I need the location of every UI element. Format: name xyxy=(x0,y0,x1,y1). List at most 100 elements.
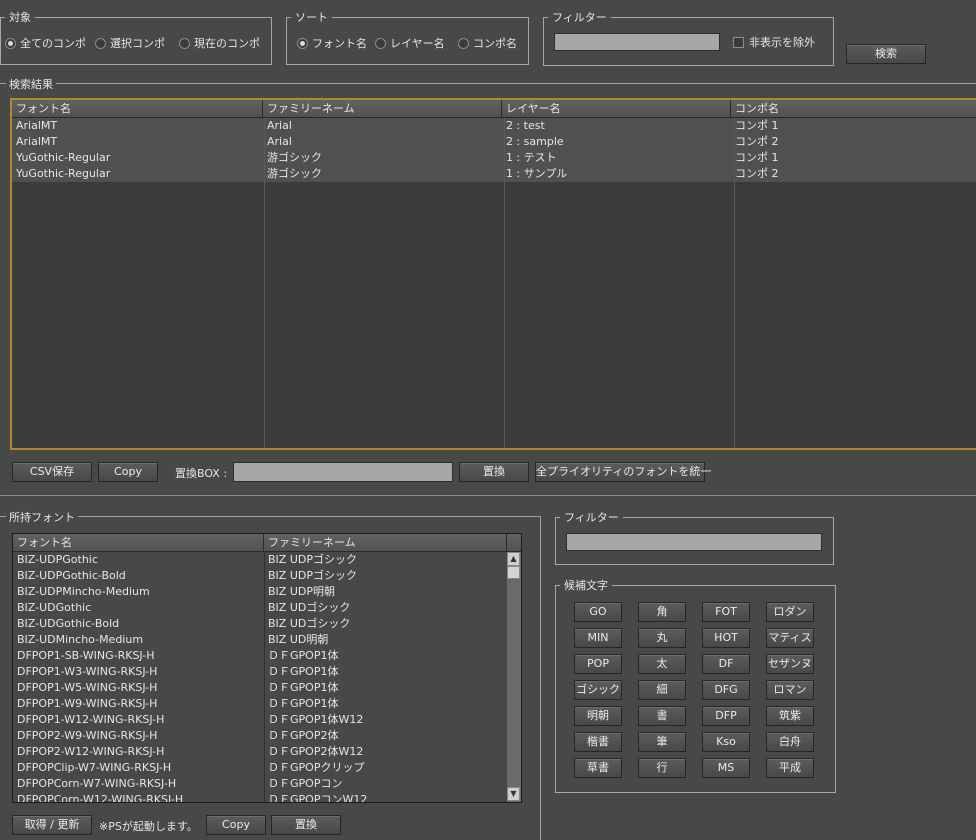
table-cell: Arial xyxy=(266,135,292,148)
candidate-button[interactable]: 丸 xyxy=(638,628,686,648)
replace-box-input[interactable] xyxy=(233,462,453,482)
list-item[interactable]: BIZ-UDPMincho-Medium BIZ UDP明朝 xyxy=(13,584,521,600)
candidate-button[interactable]: HOT xyxy=(702,628,750,648)
sort-legend: ソート xyxy=(295,11,328,24)
table-cell: YuGothic-Regular xyxy=(16,167,111,180)
list-item[interactable]: BIZ-UDMincho-Medium BIZ UD明朝 xyxy=(13,632,521,648)
candidate-button[interactable]: ロダン xyxy=(766,602,814,622)
candidate-button[interactable]: マティス xyxy=(766,628,814,648)
section-divider xyxy=(0,495,976,496)
vertical-scrollbar[interactable]: ▲ ▼ xyxy=(507,552,521,802)
column-comp-name[interactable]: コンポ名 xyxy=(731,100,976,117)
column-layer-name[interactable]: レイヤー名 xyxy=(502,100,732,117)
table-row[interactable]: ArialMT Arial 2 : test コンポ 1 xyxy=(12,118,976,134)
list-item[interactable]: BIZ-UDPGothic-Bold BIZ UDPゴシック xyxy=(13,568,521,584)
sort-radio-comp[interactable]: コンポ名 xyxy=(458,35,517,51)
target-radio-selected[interactable]: 選択コンポ xyxy=(95,35,165,51)
list-item[interactable]: DFPOP1-W12-WING-RKSJ-H ＤＦGPOP1体W12 xyxy=(13,712,521,728)
list-item[interactable]: DFPOP1-W9-WING-RKSJ-H ＤＦGPOP1体 xyxy=(13,696,521,712)
candidate-button[interactable]: 書 xyxy=(638,706,686,726)
table-cell: BIZ-UDPMincho-Medium xyxy=(17,585,150,598)
candidate-button[interactable]: 明朝 xyxy=(574,706,622,726)
table-row[interactable]: YuGothic-Regular 游ゴシック 1 : テスト コンポ 1 xyxy=(12,150,976,166)
candidate-button[interactable]: MIN xyxy=(574,628,622,648)
table-cell: ＤＦGPOP1体 xyxy=(268,665,339,678)
list-item[interactable]: DFPOP2-W12-WING-RKSJ-H ＤＦGPOP2体W12 xyxy=(13,744,521,760)
table-cell: ＤＦGPOP1体 xyxy=(268,681,339,694)
candidate-button[interactable]: ロマン xyxy=(766,680,814,700)
fetch-update-button[interactable]: 取得 / 更新 xyxy=(12,815,92,835)
candidate-button[interactable]: ゴシック xyxy=(574,680,622,700)
list-item[interactable]: DFPOP1-W3-WING-RKSJ-H ＤＦGPOP1体 xyxy=(13,664,521,680)
candidate-button[interactable]: 細 xyxy=(638,680,686,700)
sort-radio-font[interactable]: フォント名 xyxy=(297,35,367,51)
copy-button[interactable]: Copy xyxy=(98,462,158,482)
list-item[interactable]: DFPOPClip-W7-WING-RKSJ-H ＤＦGPOPクリップ xyxy=(13,760,521,776)
column-family-name[interactable]: ファミリーネーム xyxy=(263,100,502,117)
candidate-button[interactable]: MS xyxy=(702,758,750,778)
list-item[interactable]: DFPOP2-W9-WING-RKSJ-H ＤＦGPOP2体 xyxy=(13,728,521,744)
table-cell: BIZ-UDGothic xyxy=(17,601,92,614)
candidate-button[interactable]: 太 xyxy=(638,654,686,674)
sort-radio-layer[interactable]: レイヤー名 xyxy=(375,35,445,51)
exclude-hidden-checkbox[interactable]: 非表示を除外 xyxy=(733,34,815,50)
filter-input-top[interactable] xyxy=(554,33,720,51)
list-item[interactable]: BIZ-UDGothic BIZ UDゴシック xyxy=(13,600,521,616)
candidate-button[interactable]: DFP xyxy=(702,706,750,726)
filter-input-bottom[interactable] xyxy=(566,533,822,551)
candidate-button[interactable]: Kso xyxy=(702,732,750,752)
table-cell: DFPOPCorn-W12-WING-RKSJ-H xyxy=(17,793,184,803)
candidate-button[interactable]: DF xyxy=(702,654,750,674)
table-row[interactable]: YuGothic-Regular 游ゴシック 1 : サンプル コンポ 2 xyxy=(12,166,976,182)
results-table[interactable]: フォント名 ファミリーネーム レイヤー名 コンポ名 ArialMT Arial 2 … xyxy=(10,98,976,450)
table-cell: ＤＦGPOP1体 xyxy=(268,697,339,710)
owned-copy-button[interactable]: Copy xyxy=(206,815,266,835)
candidate-button[interactable]: 楷書 xyxy=(574,732,622,752)
table-cell: BIZ UDP明朝 xyxy=(268,585,335,598)
candidate-button[interactable]: GO xyxy=(574,602,622,622)
unify-fonts-button[interactable]: 全プライオリティのフォントを統一 xyxy=(535,462,711,482)
scroll-up-icon[interactable]: ▲ xyxy=(507,552,520,566)
filter-legend-top: フィルター xyxy=(552,11,607,24)
candidate-button[interactable]: POP xyxy=(574,654,622,674)
candidate-button[interactable]: 筑紫 xyxy=(766,706,814,726)
table-cell: ＤＦGPOP2体 xyxy=(268,729,339,742)
table-cell: DFPOP2-W12-WING-RKSJ-H xyxy=(17,745,165,758)
owned-divider xyxy=(0,516,540,517)
target-radio-all[interactable]: 全てのコンポ xyxy=(5,35,86,51)
csv-save-button[interactable]: CSV保存 xyxy=(12,462,92,482)
candidate-button[interactable]: 白舟 xyxy=(766,732,814,752)
search-button[interactable]: 検索 xyxy=(846,44,926,64)
list-item[interactable]: BIZ-UDPGothic BIZ UDPゴシック xyxy=(13,552,521,568)
table-cell: 2 : test xyxy=(505,119,545,132)
candidate-button[interactable]: 平成 xyxy=(766,758,814,778)
table-cell: Arial xyxy=(266,119,292,132)
list-item[interactable]: DFPOP1-SB-WING-RKSJ-H ＤＦGPOP1体 xyxy=(13,648,521,664)
list-item[interactable]: DFPOPCorn-W7-WING-RKSJ-H ＤＦGPOPコン xyxy=(13,776,521,792)
table-row[interactable]: ArialMT Arial 2 : sample コンポ 2 xyxy=(12,134,976,150)
column-font-name[interactable]: フォント名 xyxy=(12,100,263,117)
list-item[interactable]: DFPOP1-W5-WING-RKSJ-H ＤＦGPOP1体 xyxy=(13,680,521,696)
column-family-name[interactable]: ファミリーネーム xyxy=(264,534,507,551)
candidate-button[interactable]: 草書 xyxy=(574,758,622,778)
candidate-button[interactable]: DFG xyxy=(702,680,750,700)
candidate-button[interactable]: 行 xyxy=(638,758,686,778)
target-radio-current[interactable]: 現在のコンポ xyxy=(179,35,260,51)
scroll-thumb[interactable] xyxy=(507,566,520,579)
owned-label: 所持フォント xyxy=(6,509,78,525)
table-cell: ＤＦGPOP2体W12 xyxy=(268,745,364,758)
replace-button[interactable]: 置換 xyxy=(459,462,529,482)
table-cell: ArialMT xyxy=(16,135,58,148)
column-divider xyxy=(264,552,265,802)
owned-replace-button[interactable]: 置換 xyxy=(271,815,341,835)
radio-icon xyxy=(458,37,469,49)
candidate-button[interactable]: 筆 xyxy=(638,732,686,752)
candidate-button[interactable]: FOT xyxy=(702,602,750,622)
column-font-name[interactable]: フォント名 xyxy=(13,534,264,551)
list-item[interactable]: DFPOPCorn-W12-WING-RKSJ-H ＤＦGPOPコンW12 xyxy=(13,792,521,803)
candidate-button[interactable]: 角 xyxy=(638,602,686,622)
scroll-down-icon[interactable]: ▼ xyxy=(507,787,520,801)
list-item[interactable]: BIZ-UDGothic-Bold BIZ UDゴシック xyxy=(13,616,521,632)
owned-fonts-table[interactable]: フォント名 ファミリーネーム BIZ-UDPGothic BIZ UDPゴシック B… xyxy=(12,533,522,803)
candidate-button[interactable]: セザンヌ xyxy=(766,654,814,674)
